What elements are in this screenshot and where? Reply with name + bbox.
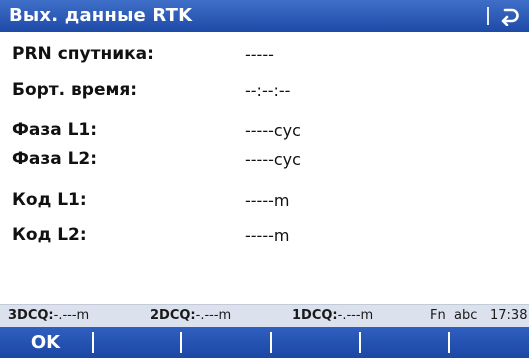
clock: 17:38 [490, 308, 528, 323]
f1-ok-button[interactable]: OK [0, 327, 91, 358]
2dcq-readout: 2DCQ:-.---m [150, 308, 232, 323]
f6-button[interactable] [451, 327, 529, 358]
function-key-bar: OK [0, 327, 529, 358]
back-button[interactable] [496, 4, 524, 28]
prn-label: PRN спутника: [12, 44, 154, 64]
1dcq-readout: 1DCQ:-.---m [292, 308, 374, 323]
fkey-separator [270, 332, 272, 353]
phase-l2-value: -----cyc [245, 150, 301, 169]
f4-button[interactable] [273, 327, 357, 358]
code-l2-label: Код L2: [12, 225, 87, 245]
onboard-time-value: --:--:-- [245, 81, 291, 100]
status-bar: 3DCQ:-.---m 2DCQ:-.---m 1DCQ:-.---m Fn a… [0, 304, 529, 327]
onboard-time-label: Борт. время: [12, 80, 138, 100]
fn-indicator: Fn [430, 308, 446, 323]
fkey-separator [448, 332, 450, 353]
f2-button[interactable] [95, 327, 178, 358]
code-l1-label: Код L1: [12, 190, 87, 210]
return-arrow-icon [501, 8, 519, 26]
input-mode-indicator: abc [454, 308, 478, 323]
code-l1-value: -----m [245, 191, 290, 210]
fkey-separator [359, 332, 361, 353]
prn-value: ----- [245, 45, 274, 64]
f5-button[interactable] [362, 327, 446, 358]
phase-l1-value: -----cyc [245, 121, 301, 140]
phase-l2-label: Фаза L2: [12, 149, 98, 169]
page-title: Вых. данные RTK [9, 5, 193, 26]
title-separator [487, 7, 489, 25]
fkey-separator [180, 332, 182, 353]
code-l2-value: -----m [245, 226, 290, 245]
fkey-separator [92, 332, 94, 353]
title-bar: Вых. данные RTK [0, 0, 529, 32]
phase-l1-label: Фаза L1: [12, 120, 98, 140]
3dcq-readout: 3DCQ:-.---m [8, 308, 90, 323]
f3-button[interactable] [183, 327, 268, 358]
